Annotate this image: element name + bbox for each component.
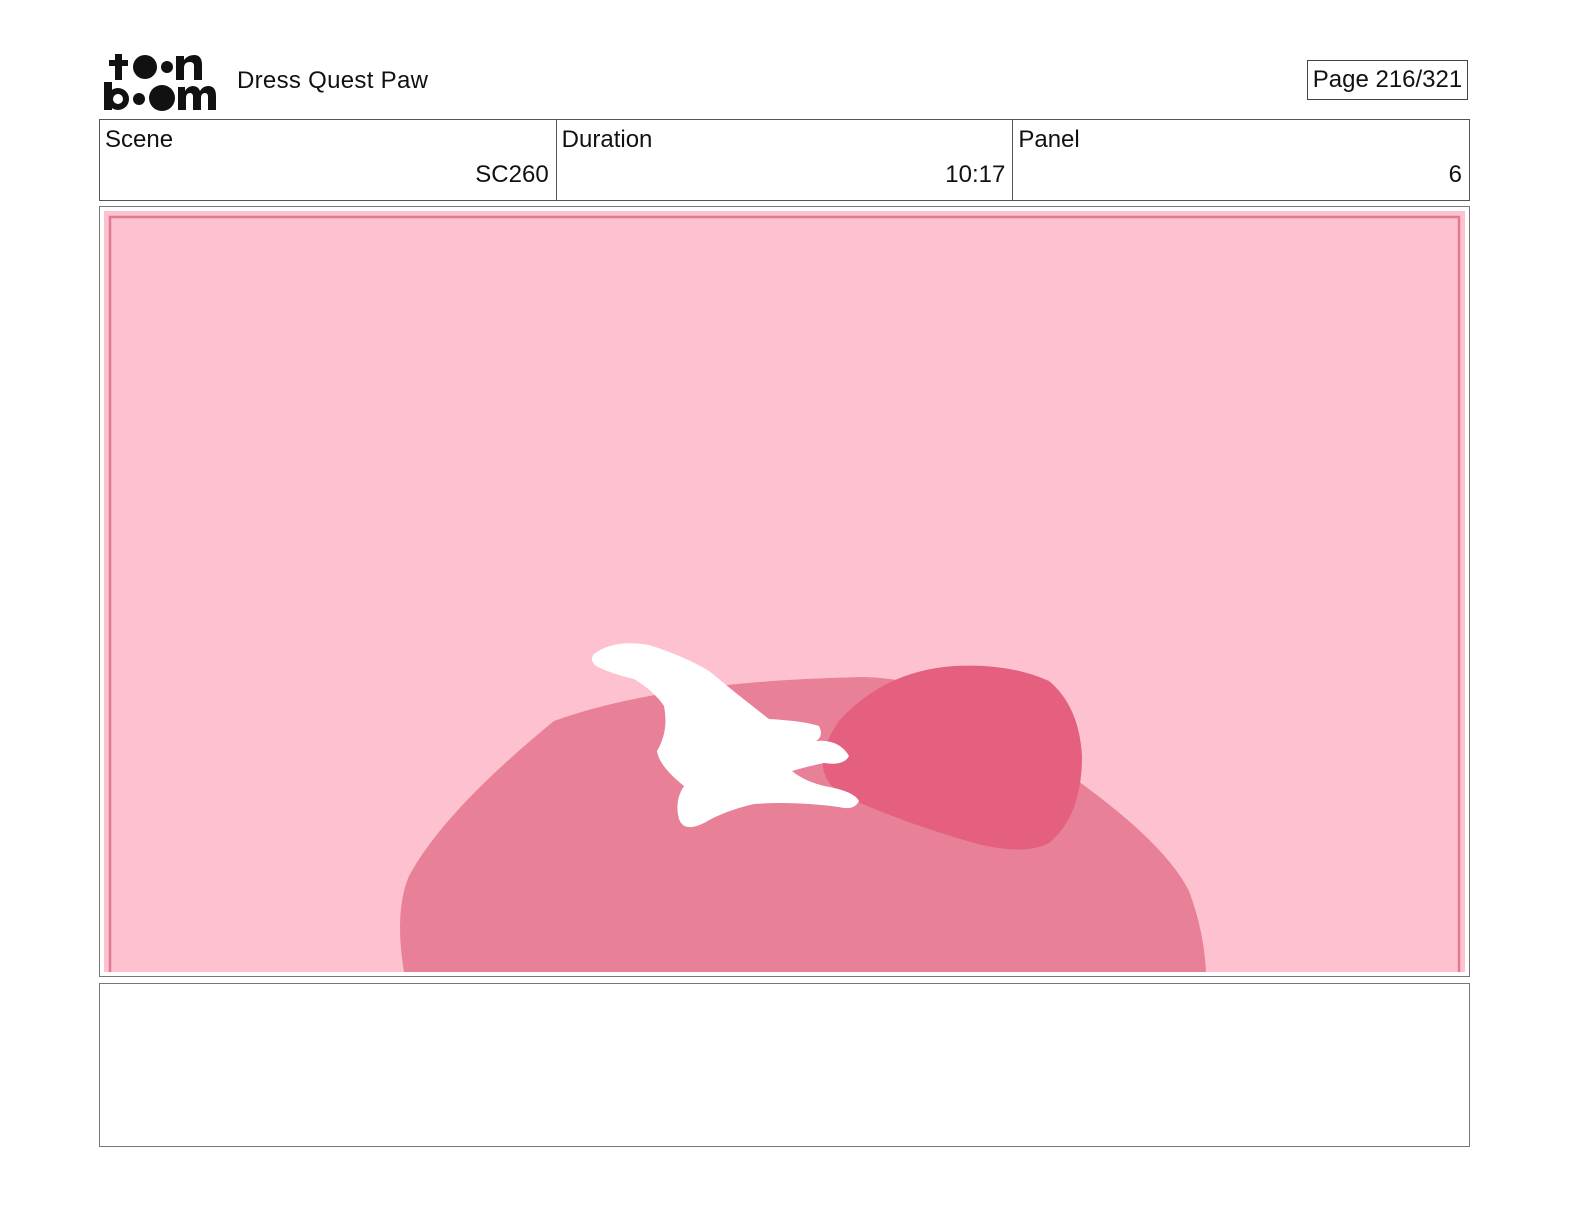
duration-label: Duration bbox=[561, 126, 653, 153]
scene-info-table: Scene SC260 Duration 10:17 Panel 6 bbox=[99, 119, 1470, 201]
page-indicator: Page 216/321 bbox=[1307, 60, 1468, 100]
panel-notes-box[interactable] bbox=[99, 983, 1470, 1147]
duration-value: 10:17 bbox=[945, 161, 1006, 188]
toonboom-logo bbox=[104, 54, 216, 111]
panel-artwork bbox=[104, 211, 1465, 972]
storyboard-panel bbox=[99, 206, 1470, 977]
panel-label: Panel bbox=[1018, 126, 1080, 153]
panel-value: 6 bbox=[1448, 161, 1463, 188]
duration-cell: Duration 10:17 bbox=[557, 120, 1014, 200]
scene-cell: Scene SC260 bbox=[100, 120, 557, 200]
panel-cell: Panel 6 bbox=[1013, 120, 1469, 200]
scene-value: SC260 bbox=[475, 161, 549, 188]
project-title: Dress Quest Paw bbox=[237, 67, 429, 94]
scene-label: Scene bbox=[105, 126, 174, 153]
